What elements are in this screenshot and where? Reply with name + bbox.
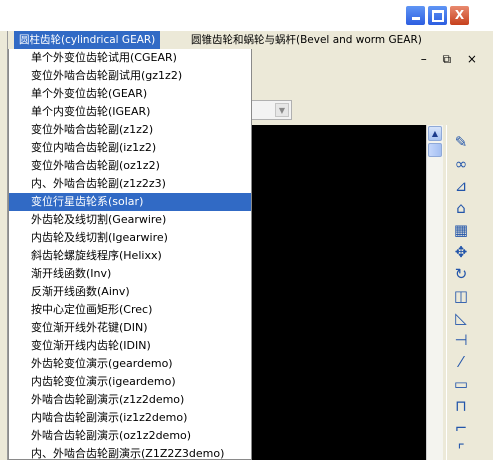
title-bar: X [0, 0, 493, 31]
pencil-icon[interactable]: ✎ [450, 133, 472, 152]
menu-item-z1z2demo[interactable]: 外啮合齿轮副演示(z1z2demo) [9, 391, 251, 409]
menu-item-oz1z2[interactable]: 变位外啮合齿轮副(oz1z2) [9, 157, 251, 175]
menu-item-z1z2z3[interactable]: 内、外啮合齿轮副(z1z2z3) [9, 175, 251, 193]
menu-item-idin[interactable]: 变位渐开线内齿轮(IDIN) [9, 337, 251, 355]
menu-bevel-worm-gear[interactable]: 圆锥齿轮和蜗轮与蜗杆(Bevel and worm GEAR) [186, 31, 427, 49]
menu-item-gear[interactable]: 单个外变位齿轮(GEAR) [9, 85, 251, 103]
minimize-icon [411, 17, 420, 20]
chamfer-icon[interactable]: ⌐ [450, 419, 472, 438]
close-icon: X [454, 8, 465, 22]
minimize-button[interactable] [405, 5, 426, 26]
menu-cylindrical-gear[interactable]: 圆柱齿轮(cylindrical GEAR) [14, 31, 161, 49]
rotate-icon[interactable]: ↻ [450, 265, 472, 284]
menu-item-cgear[interactable]: 单个外变位齿轮试用(CGEAR) [9, 49, 251, 67]
menu-item-solar[interactable]: 变位行星齿轮系(solar) [9, 193, 251, 211]
menu-item-oz1z2demo[interactable]: 外啮合齿轮副演示(oz1z2demo) [9, 427, 251, 445]
menu-item-igear[interactable]: 单个内变位齿轮(IGEAR) [9, 103, 251, 121]
menu-item-z1z2z3demo[interactable]: 内、外啮合齿轮副演示(Z1Z2Z3demo) [9, 445, 251, 459]
fillet-icon[interactable]: ⌜ [450, 441, 472, 460]
stretch-icon[interactable]: ◺ [450, 309, 472, 328]
break-at-point-icon[interactable]: ⊓ [450, 397, 472, 416]
offset-icon[interactable]: ⌂ [450, 199, 472, 218]
menu-item-helixx[interactable]: 斜齿轮螺旋线程序(Helixx) [9, 247, 251, 265]
menu-item-z1z2[interactable]: 变位外啮合齿轮副(z1z2) [9, 121, 251, 139]
menu-item-gz1z2[interactable]: 变位外啮合齿轮副试用(gz1z2) [9, 67, 251, 85]
mdi-window-controls[interactable]: – ⧉ × [421, 52, 483, 67]
break-icon[interactable]: ▭ [450, 375, 472, 394]
vertical-scrollbar[interactable]: ▲ [426, 125, 443, 460]
maximize-icon [431, 10, 444, 22]
drawing-canvas[interactable] [252, 125, 426, 460]
menu-item-igearwire[interactable]: 内齿轮及线切割(Igearwire) [9, 229, 251, 247]
scroll-thumb[interactable] [428, 143, 442, 157]
move-icon[interactable]: ✥ [450, 243, 472, 262]
menu-bar: 圆柱齿轮(cylindrical GEAR) 圆锥齿轮和蜗轮与蜗杆(Bevel … [8, 31, 493, 49]
menu-item-crec[interactable]: 按中心定位画矩形(Crec) [9, 301, 251, 319]
menu-item-iz1z2demo[interactable]: 内啮合齿轮副演示(iz1z2demo) [9, 409, 251, 427]
mirror-icon[interactable]: ⊿ [450, 177, 472, 196]
chevron-down-icon[interactable]: ▼ [275, 103, 289, 117]
menu-item-iz1z2[interactable]: 变位内啮合齿轮副(iz1z2) [9, 139, 251, 157]
menu-item-ainv[interactable]: 反渐开线函数(Ainv) [9, 283, 251, 301]
trim-icon[interactable]: ⊣ [450, 331, 472, 350]
menu-item-inv[interactable]: 渐开线函数(Inv) [9, 265, 251, 283]
maximize-button[interactable] [427, 5, 448, 26]
layer-combo-box[interactable]: ▼ [250, 100, 292, 120]
scroll-up-icon[interactable]: ▲ [428, 126, 442, 141]
menu-item-gearwire[interactable]: 外齿轮及线切割(Gearwire) [9, 211, 251, 229]
array-icon[interactable]: ▦ [450, 221, 472, 240]
link-icon[interactable]: ∞ [450, 155, 472, 174]
menu-item-geardemo[interactable]: 外齿轮变位演示(geardemo) [9, 355, 251, 373]
menu-item-din[interactable]: 变位渐开线外花键(DIN) [9, 319, 251, 337]
extend-icon[interactable]: ⁄ [450, 353, 472, 372]
close-button[interactable]: X [449, 5, 470, 26]
cylindrical-gear-dropdown-menu: 单个外变位齿轮试用(CGEAR) 变位外啮合齿轮副试用(gz1z2) 单个外变位… [8, 49, 252, 460]
scale-icon[interactable]: ◫ [450, 287, 472, 306]
window-left-edge [0, 31, 8, 460]
modify-toolbar: ✎ ∞ ⊿ ⌂ ▦ ✥ ↻ ◫ ◺ ⊣ ⁄ ▭ ⊓ ⌐ ⌜ [446, 125, 475, 460]
menu-item-igeardemo[interactable]: 内齿轮变位演示(igeardemo) [9, 373, 251, 391]
